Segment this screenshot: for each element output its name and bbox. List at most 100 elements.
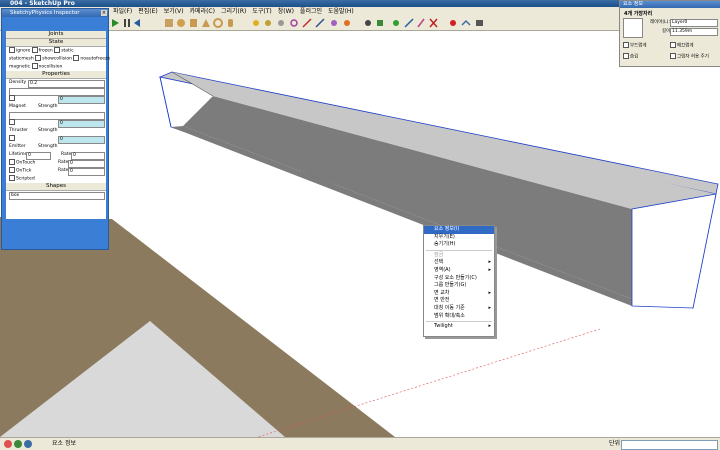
context-item-reverse-faces[interactable]: 면 반전 xyxy=(424,297,494,305)
slider-icon xyxy=(302,18,312,28)
menu-plugins[interactable]: 플러그인 xyxy=(297,7,325,16)
rate-label: Rate xyxy=(61,152,72,157)
context-item-area[interactable]: 영역(A) ▸ xyxy=(424,267,494,275)
state-row-2: staticmesh showcollision noautofreeze xyxy=(6,55,110,63)
window-titlebar: 004 - SketchUp Pro _ □ x xyxy=(0,0,720,7)
entity-info-panel: 요소 정보 4개 가장자리 레이어(L): Layer0 길이: 11.359m… xyxy=(619,0,720,67)
context-item-flip-along[interactable]: 대칭 이동 기준 ▸ xyxy=(424,305,494,313)
layer-select[interactable]: Layer0 xyxy=(670,19,718,27)
context-item-make-group[interactable]: 그룹 만들기(G) xyxy=(424,282,494,290)
undo-icon xyxy=(461,19,471,26)
menu-draw[interactable]: 그리기(R) xyxy=(218,7,249,16)
soften-row: 부드럽게 xyxy=(623,42,647,50)
cast-shadow-checkbox[interactable] xyxy=(670,53,676,59)
entity-swatch[interactable] xyxy=(623,18,643,38)
lifetime-row: Lifetime 0 Rate 0 xyxy=(6,151,106,160)
context-separator xyxy=(426,321,492,323)
menu-camera[interactable]: 카메라(C) xyxy=(187,7,218,16)
scripted-label: Scripted xyxy=(16,176,35,182)
shape-select[interactable]: box xyxy=(9,192,105,200)
entity-info-body: 4개 가장자리 레이어(L): Layer0 길이: 11.359m 부드럽게 … xyxy=(620,8,720,66)
menu-help[interactable]: 도움말(H) xyxy=(325,7,357,16)
density-row: Density 0.2 xyxy=(6,79,106,88)
piston-icon xyxy=(315,18,325,28)
static-label: static xyxy=(61,48,74,54)
menu-view[interactable]: 보기(V) xyxy=(161,7,187,16)
context-item-hide[interactable]: 숨기기(H) xyxy=(424,241,494,249)
cylinder-icon xyxy=(190,19,197,27)
rotate-icon xyxy=(290,19,298,27)
noautofreeze-label: noautofreeze xyxy=(80,56,111,62)
joint-icon xyxy=(253,20,259,26)
menu-tools[interactable]: 도구(T) xyxy=(249,7,274,16)
credits-icon[interactable] xyxy=(14,440,22,448)
sphere-icon xyxy=(177,19,185,27)
properties-header[interactable]: Properties xyxy=(6,71,106,79)
magnet-slider-row xyxy=(6,87,106,96)
context-item-twilight[interactable]: Twilight ▸ xyxy=(424,323,494,331)
emitter-row: 0 xyxy=(6,135,106,144)
thruster-checkbox[interactable] xyxy=(9,119,15,125)
ignore-label: ignore xyxy=(16,48,31,54)
ontouch-label: OnTouch xyxy=(16,160,36,166)
state-row-3: magnetic nocollision xyxy=(6,63,106,71)
menu-file[interactable]: 파일(F) xyxy=(110,7,135,16)
scripted-checkbox[interactable] xyxy=(9,175,15,181)
chevron-right-icon: ▸ xyxy=(488,323,491,330)
context-item-zoom-extents[interactable]: 범위 확대/축소 xyxy=(424,313,494,321)
close-icon[interactable]: × xyxy=(101,10,107,16)
lifetime-label: Lifetime xyxy=(9,152,28,157)
state-row-1: ignore frozen static xyxy=(6,47,106,55)
shapes-header[interactable]: Shapes xyxy=(6,183,106,191)
context-item-entity-info[interactable]: 요소 정보(I) xyxy=(424,226,494,234)
help-icon[interactable] xyxy=(24,440,32,448)
ontick-checkbox[interactable] xyxy=(9,167,15,173)
window-title: 004 - SketchUp Pro xyxy=(10,0,75,7)
status-icons xyxy=(4,440,32,448)
pause-icon xyxy=(124,19,130,27)
gear-icon xyxy=(344,20,350,26)
record-icon xyxy=(450,20,456,26)
magnet-label-row: Magnet Strength xyxy=(6,103,106,111)
frozen-checkbox[interactable] xyxy=(31,47,38,53)
shape-row: box xyxy=(6,191,106,200)
camera-icon xyxy=(476,20,483,26)
emitter-checkbox[interactable] xyxy=(9,135,15,141)
menu-window[interactable]: 창(W) xyxy=(275,7,297,16)
chevron-right-icon: ▸ xyxy=(488,266,491,273)
ontick-row: OnTick Rate 0 xyxy=(6,167,106,176)
nocollision-checkbox[interactable] xyxy=(31,63,38,69)
servo-icon xyxy=(278,20,284,26)
ignore-checkbox[interactable] xyxy=(9,47,15,53)
rewind-icon xyxy=(134,19,140,27)
menu-edit[interactable]: 편집(E) xyxy=(135,7,161,16)
geo-location-icon[interactable] xyxy=(4,440,12,448)
length-input[interactable]: 11.359m xyxy=(670,28,718,36)
cast-shadow-label: 그림자 허용 주기 xyxy=(677,54,709,60)
showcollision-checkbox[interactable] xyxy=(35,55,42,61)
entity-info-heading: 4개 가장자리 xyxy=(624,11,653,17)
chevron-right-icon: ▸ xyxy=(488,259,491,266)
static-checkbox[interactable] xyxy=(54,47,61,53)
ontick-rate-label: Rate xyxy=(58,168,69,173)
noautofreeze-checkbox[interactable] xyxy=(73,55,80,61)
smooth-checkbox[interactable] xyxy=(670,42,676,48)
magnet-checkbox[interactable] xyxy=(9,95,15,101)
entity-info-title[interactable]: 요소 정보 xyxy=(620,1,720,8)
soften-checkbox[interactable] xyxy=(623,42,629,48)
ontouch-rate-label: Rate xyxy=(58,160,69,165)
emitter-strength-label: Strength xyxy=(38,144,58,149)
delete-icon xyxy=(429,18,438,28)
frozen-label: frozen xyxy=(38,48,53,54)
context-item-select[interactable]: 선택 ▸ xyxy=(424,259,494,267)
play-icon xyxy=(112,19,119,27)
ontick-label: OnTick xyxy=(16,168,32,174)
state-header[interactable]: State xyxy=(6,39,106,47)
torus-icon xyxy=(213,18,223,28)
ontouch-checkbox[interactable] xyxy=(9,159,15,165)
hidden-checkbox[interactable] xyxy=(623,53,629,59)
hinge-icon xyxy=(265,20,271,26)
joints-header[interactable]: Joints xyxy=(6,31,106,39)
physics-panel-title[interactable]: SketchyPhysics Inspector × xyxy=(2,9,108,17)
spring-icon xyxy=(331,20,337,26)
